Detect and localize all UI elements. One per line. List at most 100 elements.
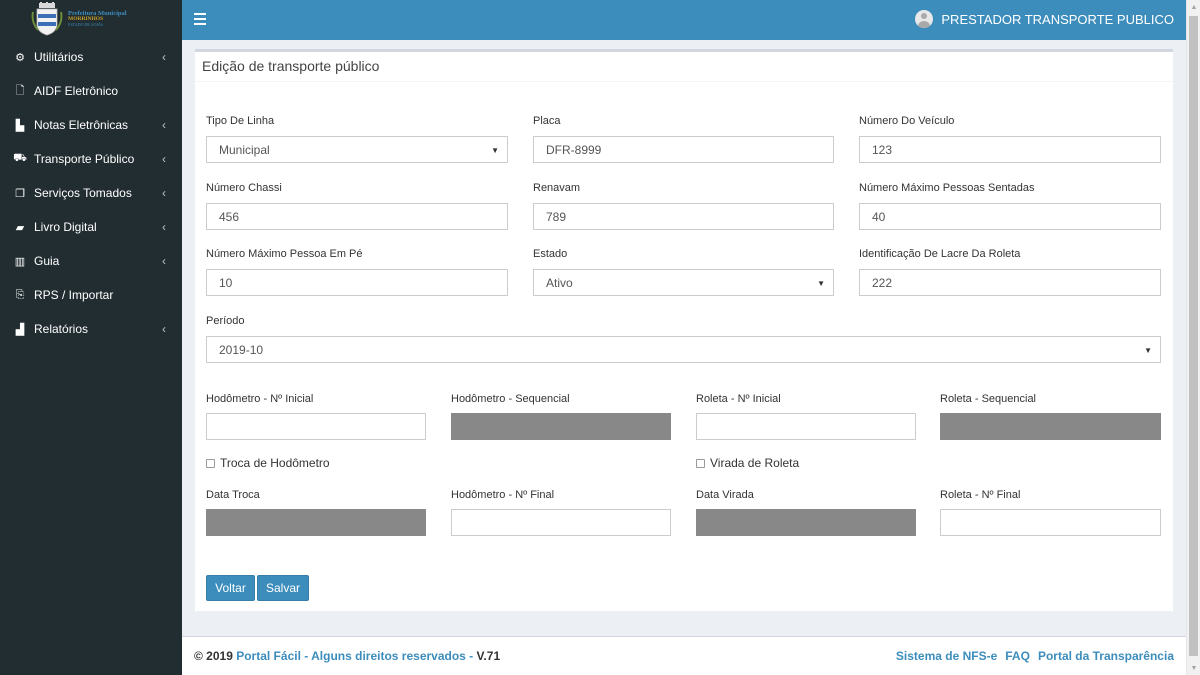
version-text: V.71	[476, 649, 501, 663]
checkbox-icon	[206, 458, 215, 468]
numero-chassi-input[interactable]: 456	[206, 203, 508, 230]
data-virada-label: Data Virada	[696, 489, 754, 501]
sistema-nfse-link[interactable]: Sistema de NFS-e	[896, 649, 997, 663]
hodometro-final-input[interactable]	[451, 509, 671, 536]
page-scrollbar[interactable]: ▲ ▼	[1186, 0, 1200, 675]
placa-label: Placa	[533, 115, 561, 127]
portal-facil-link[interactable]: Portal Fácil	[236, 649, 301, 663]
renavam-input[interactable]: 789	[533, 203, 834, 230]
sidebar-item-rps-importar[interactable]: ⎘ RPS / Importar	[0, 278, 182, 312]
bus-icon: ⛟	[13, 152, 27, 164]
sidebar-item-label: Livro Digital	[34, 220, 97, 234]
caret-down-icon: ▼	[491, 146, 499, 155]
estado-value: Ativo	[546, 275, 573, 290]
troca-hodometro-label: Troca de Hodômetro	[220, 456, 330, 470]
data-troca-label: Data Troca	[206, 489, 260, 501]
hodometro-inicial-input[interactable]	[206, 413, 426, 440]
gear-icon: ⚙	[15, 51, 25, 64]
document-icon: ▙	[15, 119, 25, 132]
voltar-button[interactable]: Voltar	[206, 575, 255, 601]
faq-link[interactable]: FAQ	[1005, 649, 1030, 663]
sidebar-item-label: Utilitários	[34, 50, 84, 64]
max-em-pe-value: 10	[219, 275, 233, 290]
numero-chassi-value: 456	[219, 209, 240, 224]
lacre-roleta-input[interactable]: 222	[859, 269, 1161, 296]
sidebar-item-aidf-eletronico[interactable]: 🗋 AIDF Eletrônico	[0, 74, 182, 108]
chevron-left-icon: ‹	[162, 118, 166, 132]
roleta-sequencial-input	[940, 413, 1161, 440]
chevron-left-icon: ‹	[162, 322, 166, 336]
logo-text: Prefeitura Municipal MORRINHOS ESTADO DE…	[68, 10, 127, 28]
data-virada-input	[696, 509, 916, 536]
sidebar-item-livro-digital[interactable]: ▰ Livro Digital ‹	[0, 210, 182, 244]
sidebar-item-relatorios[interactable]: ▟ Relatórios ‹	[0, 312, 182, 346]
hodometro-final-label: Hodômetro - Nº Final	[451, 489, 555, 501]
caret-down-icon: ▼	[1144, 346, 1152, 355]
sidebar-item-label: Serviços Tomados	[34, 186, 132, 200]
user-menu[interactable]: PRESTADOR TRANSPORTE PUBLICO	[915, 10, 1174, 28]
lacre-roleta-value: 222	[872, 275, 893, 290]
caret-down-icon: ▼	[817, 279, 825, 288]
rights-text: - Alguns direitos reservados -	[304, 649, 474, 663]
estado-select[interactable]: Ativo ▼	[533, 269, 834, 296]
footer-copyright: © 2019 Portal Fácil - Alguns direitos re…	[194, 649, 500, 663]
data-troca-input	[206, 509, 426, 536]
roleta-inicial-input[interactable]	[696, 413, 916, 440]
periodo-select[interactable]: 2019-10 ▼	[206, 336, 1161, 363]
scroll-up-icon[interactable]: ▲	[1187, 0, 1200, 14]
virada-roleta-label: Virada de Roleta	[710, 456, 800, 470]
checkbox-icon	[696, 458, 705, 468]
numero-veiculo-input[interactable]: 123	[859, 136, 1161, 163]
scrollbar-thumb[interactable]	[1189, 16, 1198, 656]
sidebar-item-utilitarios[interactable]: ⚙ Utilitários ‹	[0, 40, 182, 74]
tipo-linha-select[interactable]: Municipal ▼	[206, 136, 508, 163]
portal-transparencia-link[interactable]: Portal da Transparência	[1038, 649, 1174, 663]
logo-area: Prefeitura Municipal MORRINHOS ESTADO DE…	[0, 0, 182, 40]
roleta-sequencial-label: Roleta - Sequencial	[940, 393, 1037, 405]
roleta-final-input[interactable]	[940, 509, 1161, 536]
roleta-final-label: Roleta - Nº Final	[940, 489, 1021, 501]
sidebar-item-label: RPS / Importar	[34, 288, 114, 302]
scroll-down-icon[interactable]: ▼	[1187, 661, 1200, 675]
placa-value: DFR-8999	[546, 142, 602, 157]
renavam-label: Renavam	[533, 182, 581, 194]
sidebar: ⚙ Utilitários ‹ 🗋 AIDF Eletrônico ▙ Nota…	[0, 40, 182, 675]
form-box: Edição de transporte público Tipo De Lin…	[195, 49, 1173, 611]
max-sentadas-input[interactable]: 40	[859, 203, 1161, 230]
logo[interactable]: Prefeitura Municipal MORRINHOS ESTADO DE…	[30, 2, 140, 36]
hodometro-inicial-label: Hodômetro - Nº Inicial	[206, 393, 314, 405]
chevron-left-icon: ‹	[162, 220, 166, 234]
renavam-value: 789	[546, 209, 567, 224]
numero-veiculo-value: 123	[872, 142, 893, 157]
file-icon: 🗋	[15, 84, 25, 97]
hodometro-sequencial-label: Hodômetro - Sequencial	[451, 393, 570, 405]
sidebar-item-label: Guia	[34, 254, 60, 268]
max-sentadas-value: 40	[872, 209, 886, 224]
numero-chassi-label: Número Chassi	[206, 182, 282, 194]
top-navbar: PRESTADOR TRANSPORTE PUBLICO	[182, 0, 1186, 40]
bar-chart-icon: ▟	[15, 323, 25, 336]
numero-veiculo-label: Número Do Veículo	[859, 115, 955, 127]
sidebar-item-servicos-tomados[interactable]: ❐ Serviços Tomados ‹	[0, 176, 182, 210]
copy-icon: ❐	[15, 187, 25, 200]
sidebar-item-guia[interactable]: ▥ Guia ‹	[0, 244, 182, 278]
salvar-button[interactable]: Salvar	[257, 575, 309, 601]
max-em-pe-label: Número Máximo Pessoa Em Pé	[206, 248, 363, 260]
chevron-left-icon: ‹	[162, 152, 166, 166]
sidebar-item-notas-eletronicas[interactable]: ▙ Notas Eletrônicas ‹	[0, 108, 182, 142]
troca-hodometro-checkbox[interactable]: Troca de Hodômetro	[206, 456, 330, 470]
menu-toggle-icon[interactable]	[194, 13, 206, 25]
periodo-value: 2019-10	[219, 342, 264, 357]
city-crest-icon	[31, 2, 63, 36]
placa-input[interactable]: DFR-8999	[533, 136, 834, 163]
page-title: Edição de transporte público	[195, 52, 1173, 82]
lacre-roleta-label: Identificação De Lacre Da Roleta	[859, 248, 1021, 260]
sidebar-item-transporte-publico[interactable]: ⛟ Transporte Público ‹	[0, 142, 182, 176]
virada-roleta-checkbox[interactable]: Virada de Roleta	[696, 456, 799, 470]
max-em-pe-input[interactable]: 10	[206, 269, 508, 296]
roleta-inicial-label: Roleta - Nº Inicial	[696, 393, 781, 405]
tipo-linha-value: Municipal	[219, 142, 270, 157]
footer-links: Sistema de NFS-e FAQ Portal da Transparê…	[896, 649, 1174, 663]
hodometro-sequencial-input	[451, 413, 671, 440]
chevron-left-icon: ‹	[162, 186, 166, 200]
